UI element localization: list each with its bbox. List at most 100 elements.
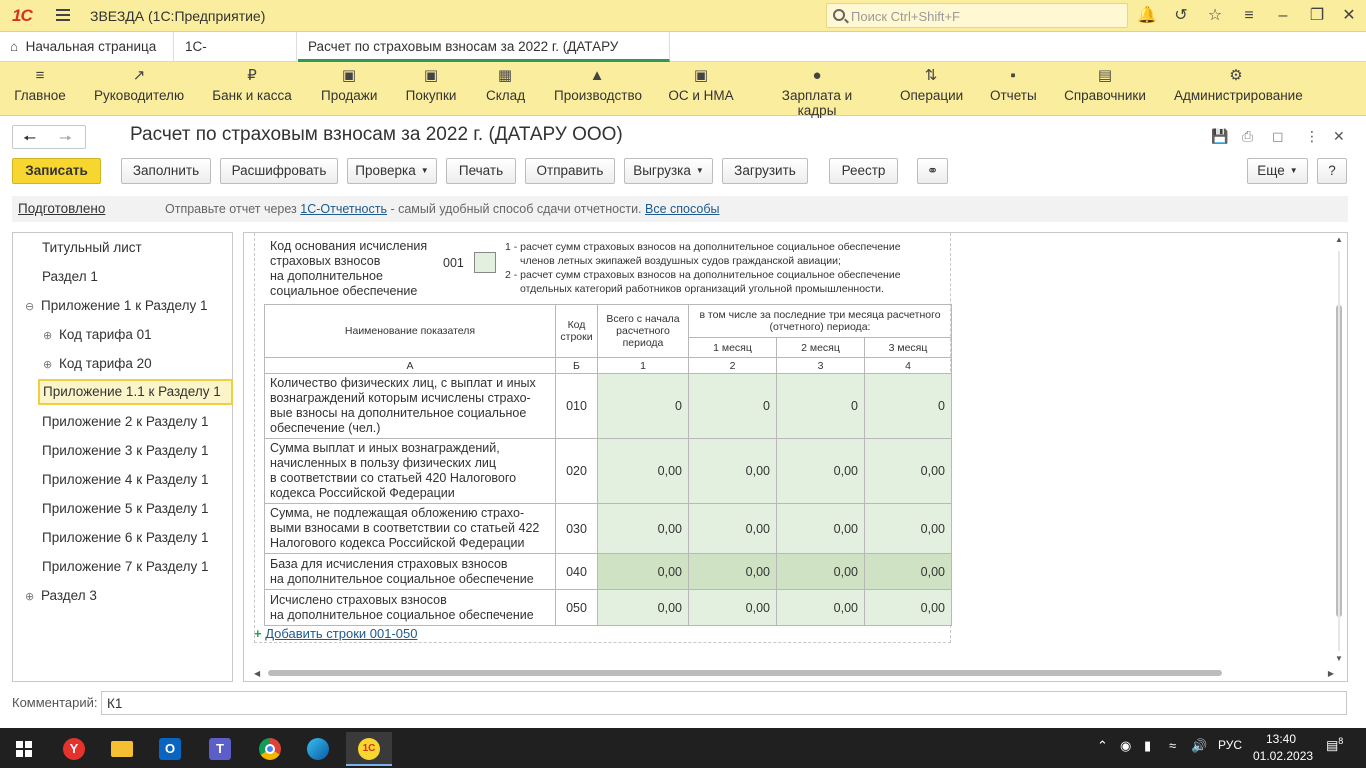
close-form-icon[interactable]: ✕ (1333, 128, 1345, 145)
history-icon[interactable]: ↺ (1171, 6, 1191, 26)
tree-item[interactable]: Раздел 1 (42, 264, 98, 290)
value-cell[interactable]: 0,00 (776, 438, 865, 504)
fill-button[interactable]: Заполнить (121, 158, 211, 184)
value-cell[interactable]: 0,00 (864, 589, 952, 626)
add-rows-link[interactable]: + Добавить строки 001-050 (254, 626, 417, 641)
notifications-icon[interactable]: ▤8 (1326, 736, 1343, 753)
tree-item[interactable]: Приложение 7 к Разделу 1 (42, 554, 208, 580)
status-link[interactable]: Подготовлено (18, 201, 105, 216)
tab-home[interactable]: ⌂ Начальная страница (0, 32, 174, 62)
bell-icon[interactable]: 🔔 (1137, 6, 1157, 26)
attach-button[interactable]: ⚭ (917, 158, 948, 184)
value-cell[interactable]: 0 (688, 373, 777, 439)
horizontal-scrollbar[interactable]: ◀ ▶ (254, 667, 1334, 678)
volume-icon[interactable]: 🔊 (1191, 738, 1207, 754)
file-explorer-icon[interactable] (102, 732, 142, 766)
comment-input[interactable]: К1 (101, 691, 1347, 715)
tab-reporting[interactable]: 1С-Отчетность✕ (175, 32, 297, 84)
tree-item[interactable]: Приложение 4 к Разделу 1 (42, 467, 208, 493)
tree-item[interactable]: ⊕ Раздел 3 (25, 583, 97, 609)
all-methods-link[interactable]: Все способы (645, 202, 719, 216)
menu-salary[interactable]: ● Зарплата и кадры (763, 66, 871, 118)
menu-production[interactable]: ▲ Производство (554, 66, 642, 103)
tree-item[interactable]: Приложение 3 к Разделу 1 (42, 438, 208, 464)
tree-item[interactable]: Приложение 5 к Разделу 1 (42, 496, 208, 522)
outlook-icon[interactable]: O (150, 732, 190, 766)
language-indicator[interactable]: РУС (1218, 738, 1242, 752)
tree-item[interactable]: Приложение 2 к Разделу 1 (42, 409, 208, 435)
star-icon[interactable]: ☆ (1205, 6, 1225, 26)
expand-icon[interactable]: ⊕ (43, 352, 53, 378)
chevron-up-icon[interactable]: ⌃ (1097, 738, 1108, 754)
print-button[interactable]: Печать (446, 158, 516, 184)
value-cell[interactable]: 0,00 (597, 589, 689, 626)
scroll-up-icon[interactable]: ▲ (1335, 235, 1343, 244)
forward-arrow-icon[interactable]: 🠖 (59, 128, 72, 153)
tree-item[interactable]: ⊕ Код тарифа 20 (43, 351, 152, 377)
tree-item[interactable]: Приложение 6 к Разделу 1 (42, 525, 208, 551)
check-button[interactable]: Проверка ▼ (347, 158, 437, 184)
1c-app-icon[interactable]: 1С (346, 732, 392, 766)
menu-admin[interactable]: ⚙ Администрирование (1174, 66, 1303, 103)
network-status-icon[interactable]: ◉ (1120, 738, 1131, 754)
save-icon[interactable]: 💾 (1211, 128, 1228, 145)
edge-icon[interactable] (298, 732, 338, 766)
menu-reports[interactable]: ▪ Отчеты (990, 66, 1037, 103)
save-button[interactable]: Записать (12, 158, 101, 184)
menu-bank[interactable]: ₽ Банк и касса (212, 66, 292, 103)
value-cell[interactable]: 0,00 (597, 503, 689, 554)
close-window-icon[interactable]: ✕ (1339, 6, 1359, 26)
tree-item[interactable]: ⊖ Приложение 1 к Разделу 1 (25, 293, 207, 319)
scroll-down-icon[interactable]: ▼ (1335, 654, 1343, 663)
more-vert-icon[interactable]: ⋮ (1305, 128, 1319, 145)
menu-assets[interactable]: ▣ ОС и НМА (668, 66, 734, 103)
load-button[interactable]: Загрузить (722, 158, 808, 184)
value-cell[interactable]: 0,00 (688, 589, 777, 626)
menu-director[interactable]: ↗ Руководителю (94, 66, 184, 103)
tab-report[interactable]: Расчет по страховым взносам за 2022 г. (… (298, 32, 670, 84)
search-input[interactable]: Поиск Ctrl+Shift+F (826, 3, 1128, 28)
reporting-link[interactable]: 1С-Отчетность (300, 202, 387, 216)
wifi-icon[interactable]: ≈ (1169, 738, 1176, 753)
menu-main[interactable]: ≡ Главное (14, 66, 66, 103)
tree-item[interactable]: ⊕ Код тарифа 01 (43, 322, 152, 348)
battery-icon[interactable]: ▮ (1144, 738, 1151, 754)
decode-button[interactable]: Расшифровать (220, 158, 338, 184)
expand-icon[interactable]: ⊕ (43, 323, 53, 349)
value-cell[interactable]: 0,00 (597, 438, 689, 504)
registry-button[interactable]: Реестр (829, 158, 898, 184)
value-cell[interactable]: 0,00 (688, 503, 777, 554)
back-arrow-icon[interactable]: 🠔 (23, 128, 36, 153)
send-button[interactable]: Отправить (525, 158, 615, 184)
settings-menu-icon[interactable]: ≡ (1239, 6, 1259, 26)
scroll-right-icon[interactable]: ▶ (1328, 669, 1334, 678)
yandex-browser-icon[interactable]: Y (54, 732, 94, 766)
menu-purchases[interactable]: ▣ Покупки (405, 66, 457, 103)
main-menu-icon[interactable] (56, 9, 70, 21)
menu-sales[interactable]: ▣ Продажи (321, 66, 377, 103)
value-cell[interactable]: 0,00 (776, 503, 865, 554)
clock-date[interactable]: 01.02.2023 (1253, 749, 1313, 763)
chrome-icon[interactable] (250, 732, 290, 766)
menu-warehouse[interactable]: ▦ Склад (486, 66, 525, 103)
value-cell[interactable]: 0 (864, 373, 952, 439)
more-button[interactable]: Еще ▼ (1247, 158, 1308, 184)
print-icon[interactable]: ⎙ (1242, 128, 1253, 145)
tree-item[interactable]: Титульный лист (42, 235, 142, 261)
tree-item-selected[interactable]: Приложение 1.1 к Разделу 1 (38, 379, 233, 405)
value-cell[interactable]: 0 (597, 373, 689, 439)
menu-operations[interactable]: ⇅ Операции (900, 66, 963, 103)
vertical-scrollbar[interactable]: ▲ ▼ (1334, 235, 1344, 663)
value-cell[interactable]: 0 (776, 373, 865, 439)
collapse-icon[interactable]: ⊖ (25, 294, 35, 320)
value-cell[interactable]: 0,00 (864, 503, 952, 554)
scroll-left-icon[interactable]: ◀ (254, 669, 260, 678)
clock-time[interactable]: 13:40 (1266, 732, 1296, 746)
windows-start-icon[interactable] (4, 732, 44, 766)
teams-icon[interactable]: T (200, 732, 240, 766)
value-cell[interactable]: 0,00 (688, 438, 777, 504)
preview-icon[interactable]: ◻ (1272, 128, 1284, 145)
scroll-thumb[interactable] (268, 670, 1222, 676)
help-button[interactable]: ? (1317, 158, 1347, 184)
value-cell[interactable]: 0,00 (776, 589, 865, 626)
